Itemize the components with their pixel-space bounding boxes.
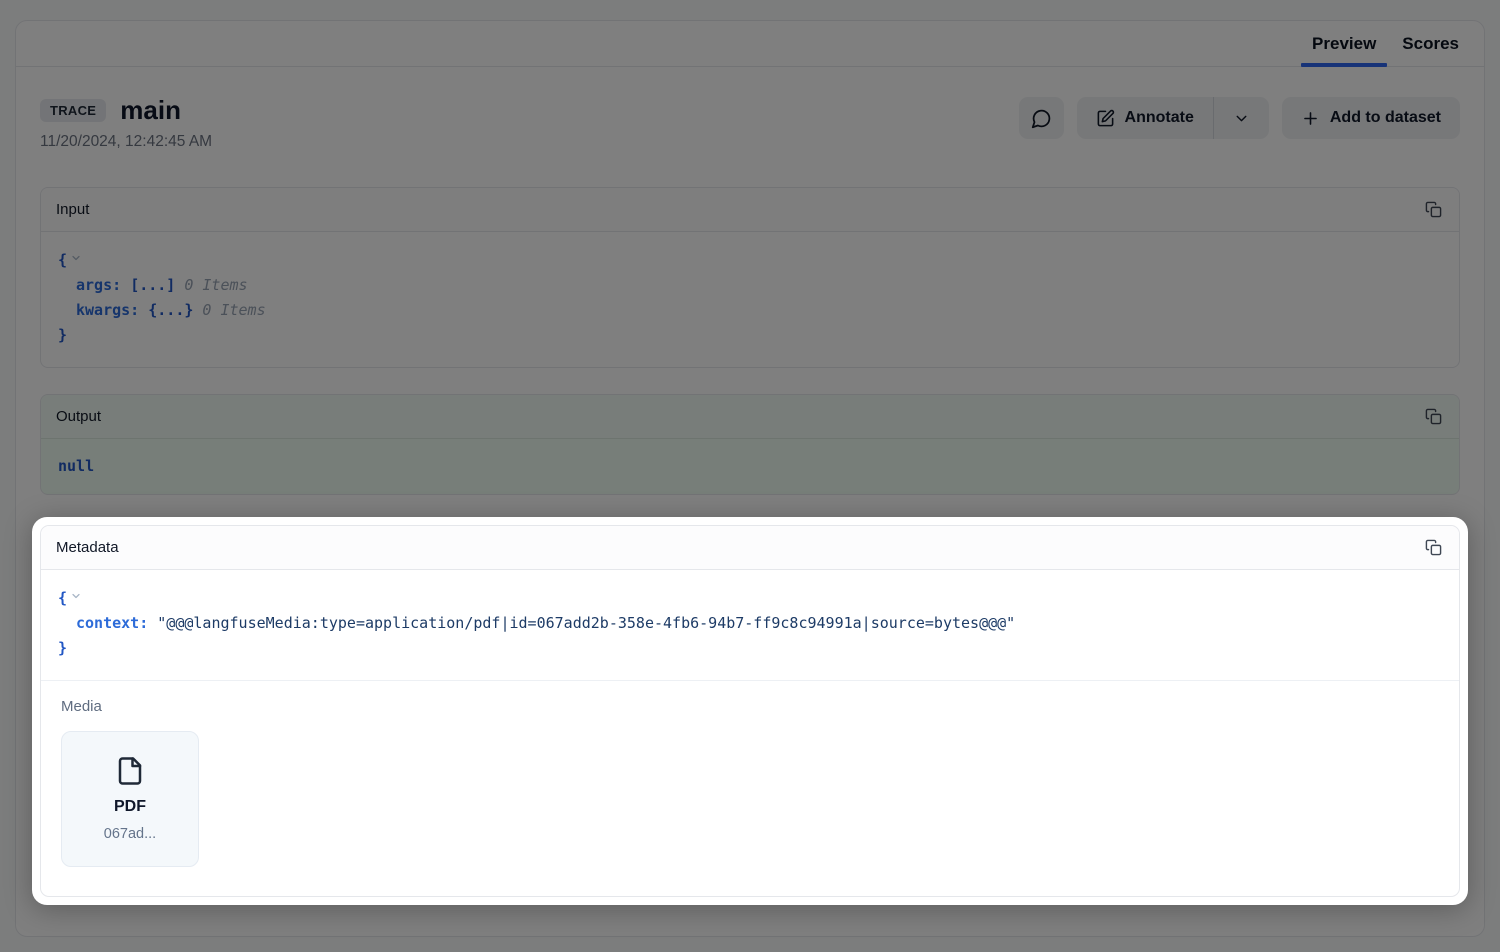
metadata-json-viewer: { context: "@@@langfuseMedia:type=applic… xyxy=(41,570,1459,681)
copy-output-button[interactable] xyxy=(1423,406,1444,427)
collapse-chevron-icon[interactable] xyxy=(70,588,82,606)
input-panel-header: Input xyxy=(41,188,1459,232)
input-panel-title: Input xyxy=(56,201,89,218)
trace-badge: TRACE xyxy=(40,99,106,122)
json-open-brace: { xyxy=(58,589,67,607)
tab-scores-label: Scores xyxy=(1402,34,1459,54)
annotate-split-button: Annotate xyxy=(1077,97,1269,139)
copy-icon xyxy=(1425,201,1442,218)
tab-bar: Preview Scores xyxy=(16,21,1484,67)
output-null-value: null xyxy=(58,457,94,475)
json-row-kwargs: kwargs: {...}0 Items xyxy=(58,298,1442,323)
trace-header: TRACE main 11/20/2024, 12:42:45 AM xyxy=(40,97,1460,151)
copy-icon xyxy=(1425,408,1442,425)
json-row-args: args: [...]0 Items xyxy=(58,273,1442,298)
metadata-spotlight: Metadata { context: "@@@langfuseMedia:ty… xyxy=(32,517,1468,905)
active-tab-indicator xyxy=(1301,63,1387,67)
annotate-label: Annotate xyxy=(1125,109,1194,127)
trace-actions: Annotate Add to dataset xyxy=(1019,97,1460,139)
comment-icon xyxy=(1031,108,1052,129)
metadata-panel: Metadata { context: "@@@langfuseMedia:ty… xyxy=(40,525,1460,897)
output-panel: Output null xyxy=(40,394,1460,495)
trace-content: TRACE main 11/20/2024, 12:42:45 AM xyxy=(16,97,1484,905)
media-section: Media PDF 067ad... xyxy=(41,681,1459,896)
output-panel-title: Output xyxy=(56,408,101,425)
media-file-type: PDF xyxy=(114,798,146,816)
trace-detail-card: Preview Scores TRACE main 11/20/2024, 12… xyxy=(15,20,1485,937)
annotate-pen-icon xyxy=(1096,109,1115,128)
output-panel-header: Output xyxy=(41,395,1459,439)
file-icon xyxy=(115,755,145,787)
trace-timestamp: 11/20/2024, 12:42:45 AM xyxy=(40,133,212,151)
trace-title: main xyxy=(120,97,181,124)
plus-icon xyxy=(1301,109,1320,128)
json-open-brace: { xyxy=(58,251,67,269)
json-row-context: context: "@@@langfuseMedia:type=applicat… xyxy=(58,611,1442,636)
collapse-chevron-icon[interactable] xyxy=(70,250,82,268)
media-file-card[interactable]: PDF 067ad... xyxy=(61,731,199,867)
add-to-dataset-button[interactable]: Add to dataset xyxy=(1282,97,1460,139)
items-count: 0 Items xyxy=(202,301,265,319)
copy-input-button[interactable] xyxy=(1423,199,1444,220)
tab-preview[interactable]: Preview xyxy=(1301,21,1387,66)
add-to-dataset-label: Add to dataset xyxy=(1330,109,1441,127)
copy-metadata-button[interactable] xyxy=(1423,537,1444,558)
annotate-button[interactable]: Annotate xyxy=(1077,97,1213,139)
metadata-panel-title: Metadata xyxy=(56,539,119,556)
chevron-down-icon xyxy=(1233,110,1250,127)
input-json-viewer: { args: [...]0 Items kwargs: {...}0 Item… xyxy=(41,232,1459,367)
tab-preview-label: Preview xyxy=(1312,34,1376,54)
json-close-brace: } xyxy=(58,326,67,344)
comment-button[interactable] xyxy=(1019,97,1064,139)
langfuse-media-reference: "@@@langfuseMedia:type=application/pdf|i… xyxy=(157,614,1015,632)
copy-icon xyxy=(1425,539,1442,556)
input-panel: Input { args: [...]0 Items kwargs: {...}… xyxy=(40,187,1460,368)
trace-identity: TRACE main 11/20/2024, 12:42:45 AM xyxy=(40,97,212,151)
annotate-dropdown-button[interactable] xyxy=(1214,97,1269,139)
media-file-id: 067ad... xyxy=(104,826,156,842)
tab-scores[interactable]: Scores xyxy=(1391,21,1470,66)
media-section-label: Media xyxy=(61,698,1439,715)
output-json-viewer: null xyxy=(41,439,1459,494)
items-count: 0 Items xyxy=(184,276,247,294)
metadata-panel-header: Metadata xyxy=(41,526,1459,570)
json-close-brace: } xyxy=(58,639,67,657)
